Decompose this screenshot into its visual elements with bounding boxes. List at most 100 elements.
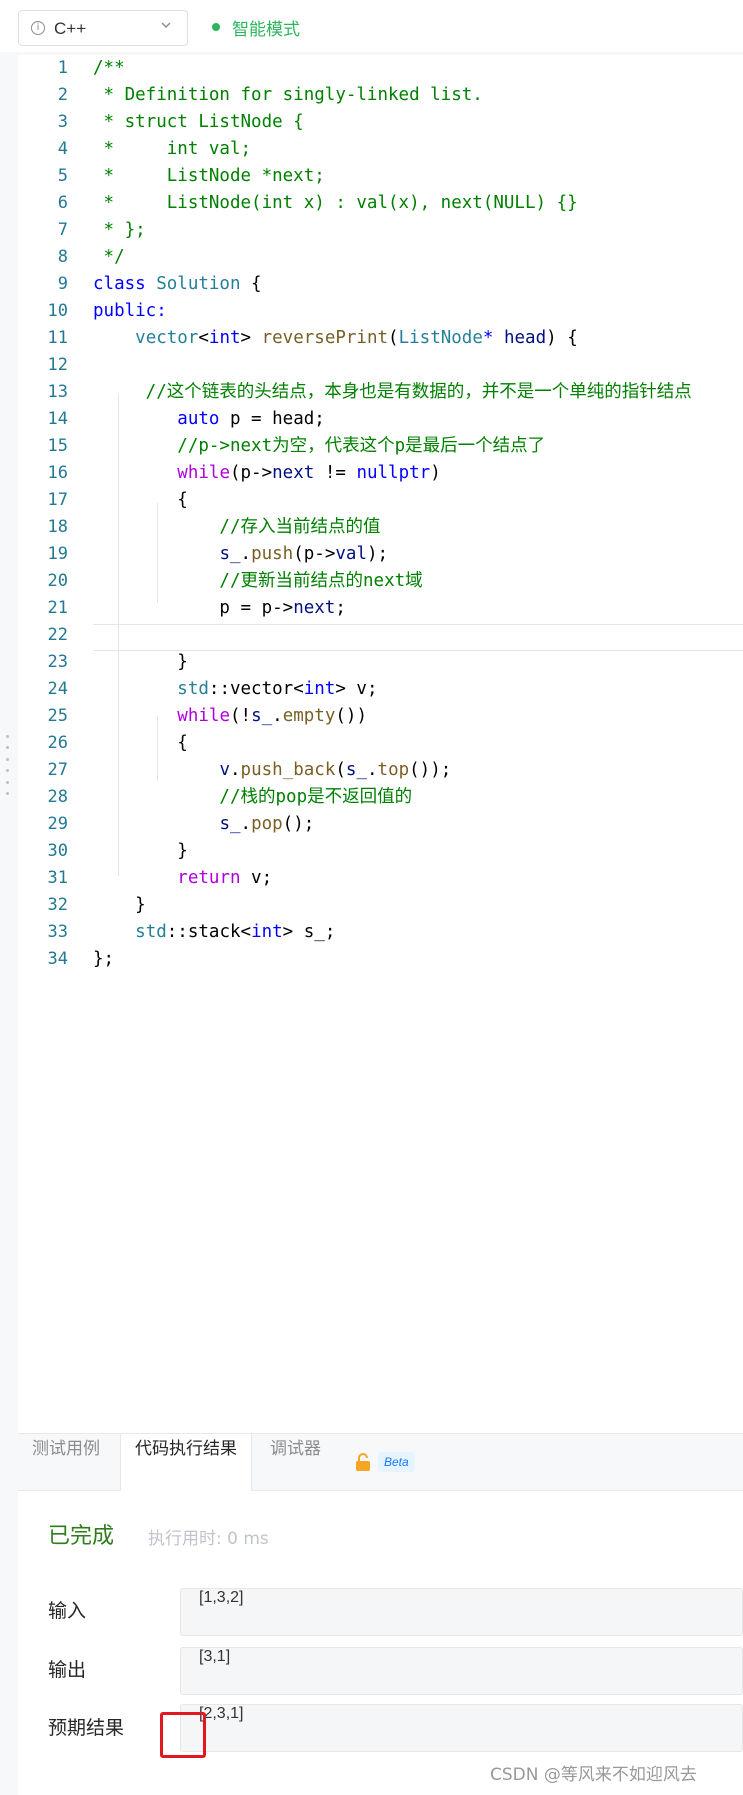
code-line[interactable]: 21 p = p->next;: [18, 595, 743, 622]
code-token: (: [388, 328, 399, 348]
code-line[interactable]: 28 //栈的pop是不返回值的: [18, 784, 743, 811]
line-number: 6: [57, 193, 68, 213]
output-value: [3,1]: [180, 1647, 743, 1695]
code-token: nullptr: [356, 463, 431, 483]
code-line[interactable]: 16 while(p->next != nullptr): [18, 460, 743, 487]
lock-icon: [356, 1453, 370, 1471]
code-token: * ListNode(int x) : val(x), next(NULL) {…: [93, 193, 578, 213]
code-token: }: [93, 841, 188, 861]
code-line[interactable]: 6 * ListNode(int x) : val(x), next(NULL)…: [18, 190, 743, 217]
execution-time: 执行用时: 0 ms: [148, 1529, 269, 1549]
input-value: [1,3,2]: [180, 1588, 743, 1636]
code-text: return v;: [93, 865, 272, 892]
code-line[interactable]: 17 {: [18, 487, 743, 514]
code-token: int: [208, 328, 241, 348]
code-token: * Definition for singly-linked list.: [93, 85, 483, 105]
tab-execution-result[interactable]: 代码执行结果: [120, 1434, 252, 1491]
code-line[interactable]: 26 {: [18, 730, 743, 757]
code-text: vector<int> reversePrint(ListNode* head)…: [93, 325, 578, 352]
line-number: 4: [57, 139, 68, 159]
code-line[interactable]: 25 while(!s_.empty()): [18, 703, 743, 730]
code-line[interactable]: 31 return v;: [18, 865, 743, 892]
code-line[interactable]: 11 vector<int> reversePrint(ListNode* he…: [18, 325, 743, 352]
code-token: val: [335, 544, 367, 564]
result-panel: 测试用例 代码执行结果 调试器 Beta 已完成 执行用时: 0 ms 输入 […: [18, 1433, 743, 1795]
code-line[interactable]: 14 auto p = head;: [18, 406, 743, 433]
code-line[interactable]: 10 public:: [18, 298, 743, 325]
code-line[interactable]: 12: [18, 352, 743, 379]
code-text: while(!s_.empty()): [93, 703, 367, 730]
mode-status-dot: [212, 23, 220, 31]
language-label: C++: [54, 19, 87, 38]
code-token: head: [503, 328, 547, 348]
code-token: ): [430, 463, 441, 483]
code-line[interactable]: 8 */: [18, 244, 743, 271]
line-number: 10: [47, 301, 68, 321]
code-token: {: [93, 490, 188, 510]
line-number: 19: [47, 544, 68, 564]
line-number: 32: [47, 895, 68, 915]
code-line[interactable]: 22: [18, 622, 743, 649]
code-line[interactable]: 24 std::vector<int> v;: [18, 676, 743, 703]
code-token: {: [240, 274, 262, 294]
line-number: 3: [57, 112, 68, 132]
code-line[interactable]: 18 //存入当前结点的值: [18, 514, 743, 541]
line-number: 34: [47, 949, 68, 969]
code-token: next: [293, 598, 336, 618]
code-line[interactable]: 4 * int val;: [18, 136, 743, 163]
code-line[interactable]: 32 }: [18, 892, 743, 919]
code-token: ();: [282, 814, 315, 834]
line-number: 27: [47, 760, 68, 780]
code-token: top: [377, 760, 410, 780]
code-line[interactable]: 23 }: [18, 649, 743, 676]
code-line[interactable]: 5 * ListNode *next;: [18, 163, 743, 190]
code-line[interactable]: 27 v.push_back(s_.top());: [18, 757, 743, 784]
language-select[interactable]: i C++: [18, 10, 188, 46]
code-token: std: [135, 922, 167, 942]
code-line[interactable]: 9 class Solution {: [18, 271, 743, 298]
code-line[interactable]: 34};: [18, 946, 743, 973]
code-line[interactable]: 2 * Definition for singly-linked list.: [18, 82, 743, 109]
line-number: 12: [47, 355, 68, 375]
code-token: > s_;: [282, 922, 336, 942]
resize-handle[interactable]: [4, 735, 10, 795]
line-number: 11: [47, 328, 68, 348]
code-token: auto: [177, 409, 220, 429]
code-line[interactable]: 13 //这个链表的头结点，本身也是有数据的，并不是一个单纯的指针结点: [18, 379, 743, 406]
code-line[interactable]: 3 * struct ListNode {: [18, 109, 743, 136]
code-text: /**: [93, 55, 125, 82]
code-line[interactable]: 29 s_.pop();: [18, 811, 743, 838]
code-token: int: [251, 922, 283, 942]
code-token: ::vector<: [208, 679, 304, 699]
code-token: pop: [251, 814, 283, 834]
tab-debugger[interactable]: 调试器: [256, 1434, 335, 1490]
code-line[interactable]: 1 /**: [18, 55, 743, 82]
code-token: reversePrint: [261, 328, 389, 348]
tab-test-cases[interactable]: 测试用例: [18, 1434, 114, 1490]
line-number: 2: [57, 85, 68, 105]
output-label: 输出: [48, 1659, 87, 1681]
code-token: ) {: [546, 328, 578, 348]
code-token: .: [240, 814, 252, 834]
code-line[interactable]: 15 //p->next为空，代表这个p是最后一个结点了: [18, 433, 743, 460]
code-token: return: [177, 868, 241, 888]
code-text: s_.pop();: [93, 811, 314, 838]
code-token: <: [198, 328, 209, 348]
code-line[interactable]: 20 //更新当前结点的next域: [18, 568, 743, 595]
code-token: //p->next为空，代表这个p是最后一个结点了: [93, 436, 546, 456]
code-token: };: [93, 949, 115, 969]
code-line[interactable]: 7 * };: [18, 217, 743, 244]
code-text: //更新当前结点的next域: [93, 568, 422, 595]
code-token: ListNode: [398, 328, 483, 348]
line-number: 24: [47, 679, 68, 699]
code-line[interactable]: 19 s_.push(p->val);: [18, 541, 743, 568]
code-line[interactable]: 30 }: [18, 838, 743, 865]
code-token: class: [93, 274, 157, 294]
code-token: * ListNode *next;: [93, 166, 325, 186]
code-editor[interactable]: 1 /** 2 * Definition for singly-linked lis…: [18, 55, 743, 1433]
code-line[interactable]: 33 std::stack<int> s_;: [18, 919, 743, 946]
code-text: //存入当前结点的值: [93, 514, 380, 541]
line-number: 15: [47, 436, 68, 456]
smart-mode-toggle[interactable]: 智能模式: [232, 15, 300, 40]
